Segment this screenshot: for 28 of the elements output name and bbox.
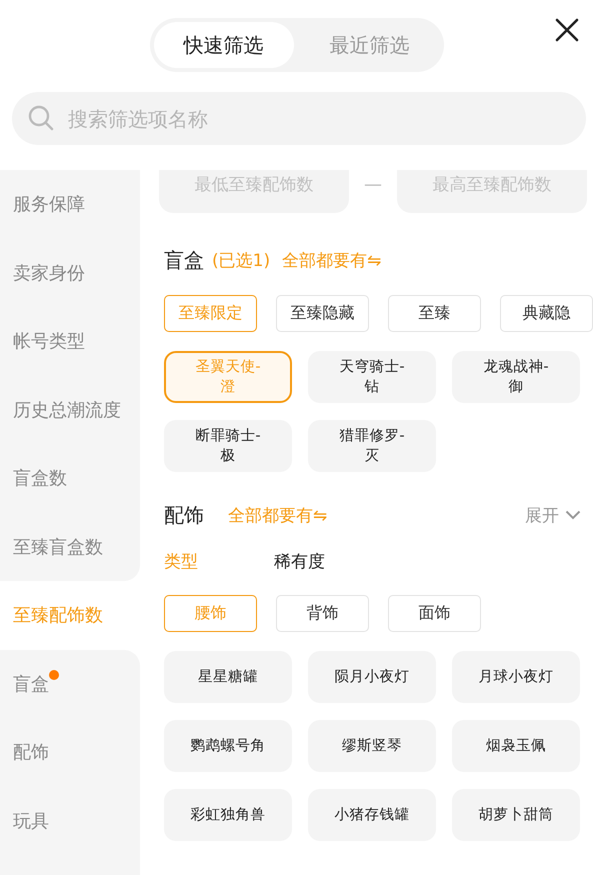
option-card[interactable]: 鹦鹉螺号角 [164, 720, 292, 772]
option-card[interactable]: 烟袅玉佩 [452, 720, 580, 772]
option-card[interactable]: 星星糖罐 [164, 651, 292, 703]
sub-tab[interactable]: 稀有度 [274, 550, 325, 573]
search-icon [28, 105, 54, 131]
option-card[interactable]: 缪斯竖琴 [308, 720, 436, 772]
search-field[interactable]: 搜索筛选项名称 [12, 92, 586, 145]
option-card[interactable]: 猎罪修罗-灭 [308, 420, 436, 472]
chevron-down-icon [565, 510, 581, 520]
section-title: 盲盒 [164, 246, 204, 274]
option-card[interactable]: 龙魂战神-御 [452, 351, 580, 403]
option-card[interactable]: 天穹骑士-钻 [308, 351, 436, 403]
filter-chip[interactable]: 背饰 [276, 595, 369, 632]
close-icon[interactable] [555, 18, 579, 42]
filter-tab[interactable]: 快速筛选 [154, 22, 294, 68]
selected-count: (已选1) [212, 250, 270, 272]
option-card[interactable]: 陨月小夜灯 [308, 651, 436, 703]
section-title: 配饰 [164, 502, 204, 528]
filter-chip[interactable]: 面饰 [388, 595, 481, 632]
option-card[interactable]: 月球小夜灯 [452, 651, 580, 703]
option-card[interactable]: 小猪存钱罐 [308, 789, 436, 841]
filter-chip[interactable]: 至臻隐藏 [276, 295, 369, 332]
filter-chip[interactable]: 典藏隐 [500, 295, 593, 332]
option-card[interactable]: 彩虹独角兽 [164, 789, 292, 841]
option-card[interactable]: 断罪骑士-极 [164, 420, 292, 472]
filter-chip[interactable]: 至臻 [388, 295, 481, 332]
option-card[interactable]: 胡萝卜甜筒 [452, 789, 580, 841]
range-separator: — [363, 174, 383, 197]
